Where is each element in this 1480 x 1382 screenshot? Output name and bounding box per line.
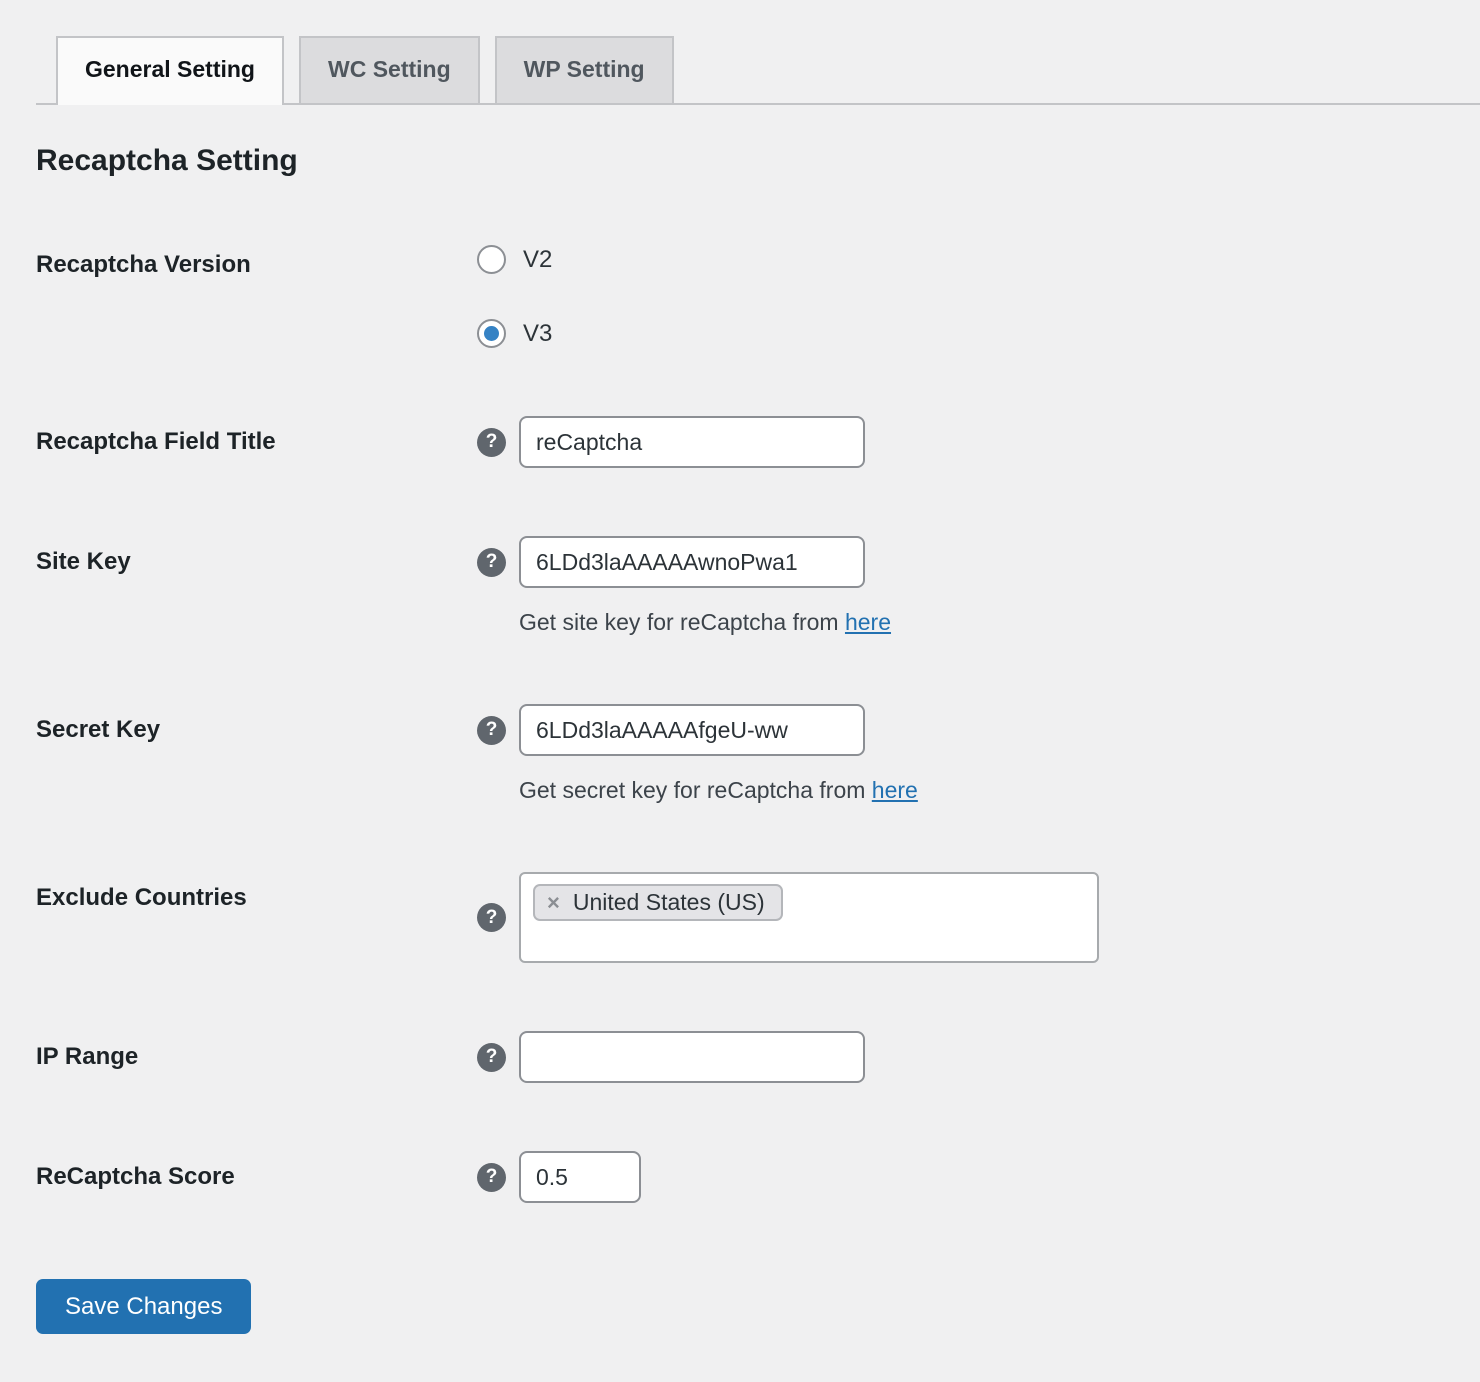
site-key-label: Site Key — [36, 536, 477, 636]
site-key-description: Get site key for reCaptcha from here — [519, 609, 891, 636]
site-key-input[interactable] — [519, 536, 865, 588]
secret-key-description: Get secret key for reCaptcha from here — [519, 777, 918, 804]
row-ip-range: IP Range ? — [36, 1031, 1480, 1083]
radio-v2-label: V2 — [523, 246, 552, 274]
exclude-countries-select[interactable]: × United States (US) — [519, 872, 1099, 963]
recaptcha-field-title-label: Recaptcha Field Title — [36, 416, 477, 468]
help-icon[interactable]: ? — [477, 548, 506, 577]
page-title: Recaptcha Setting — [36, 143, 1480, 179]
recaptcha-score-input[interactable] — [519, 1151, 641, 1203]
secret-key-label: Secret Key — [36, 704, 477, 804]
help-icon[interactable]: ? — [477, 428, 506, 457]
radio-option-v3[interactable]: V3 — [477, 319, 552, 348]
help-icon[interactable]: ? — [477, 903, 506, 932]
save-changes-button[interactable]: Save Changes — [36, 1279, 251, 1334]
radio-v3-label: V3 — [523, 320, 552, 348]
settings-page: General Setting WC Setting WP Setting Re… — [0, 0, 1480, 1334]
tab-wp-setting[interactable]: WP Setting — [495, 36, 674, 103]
ip-range-label: IP Range — [36, 1031, 477, 1083]
recaptcha-version-label: Recaptcha Version — [36, 245, 477, 348]
country-tag: × United States (US) — [533, 884, 783, 921]
exclude-countries-label: Exclude Countries — [36, 872, 477, 963]
radio-v3[interactable] — [477, 319, 506, 348]
ip-range-input[interactable] — [519, 1031, 865, 1083]
help-icon[interactable]: ? — [477, 1163, 506, 1192]
row-recaptcha-version: Recaptcha Version V2 V3 — [36, 245, 1480, 348]
radio-option-v2[interactable]: V2 — [477, 245, 552, 274]
remove-tag-icon[interactable]: × — [547, 892, 560, 914]
secret-key-here-link[interactable]: here — [872, 777, 918, 803]
help-icon[interactable]: ? — [477, 716, 506, 745]
row-exclude-countries: Exclude Countries ? × United States (US) — [36, 872, 1480, 963]
row-secret-key: Secret Key ? Get secret key for reCaptch… — [36, 704, 1480, 804]
recaptcha-score-label: ReCaptcha Score — [36, 1151, 477, 1203]
row-recaptcha-score: ReCaptcha Score ? — [36, 1151, 1480, 1203]
row-site-key: Site Key ? Get site key for reCaptcha fr… — [36, 536, 1480, 636]
recaptcha-settings-form: Recaptcha Version V2 V3 Recaptcha Field … — [36, 245, 1480, 1203]
tab-general-setting[interactable]: General Setting — [56, 36, 284, 105]
row-recaptcha-field-title: Recaptcha Field Title ? — [36, 416, 1480, 468]
recaptcha-field-title-input[interactable] — [519, 416, 865, 468]
radio-v2[interactable] — [477, 245, 506, 274]
help-icon[interactable]: ? — [477, 1043, 506, 1072]
settings-tab-bar: General Setting WC Setting WP Setting — [36, 36, 1480, 105]
country-tag-label: United States (US) — [573, 889, 765, 916]
site-key-here-link[interactable]: here — [845, 609, 891, 635]
secret-key-input[interactable] — [519, 704, 865, 756]
tab-wc-setting[interactable]: WC Setting — [299, 36, 480, 103]
